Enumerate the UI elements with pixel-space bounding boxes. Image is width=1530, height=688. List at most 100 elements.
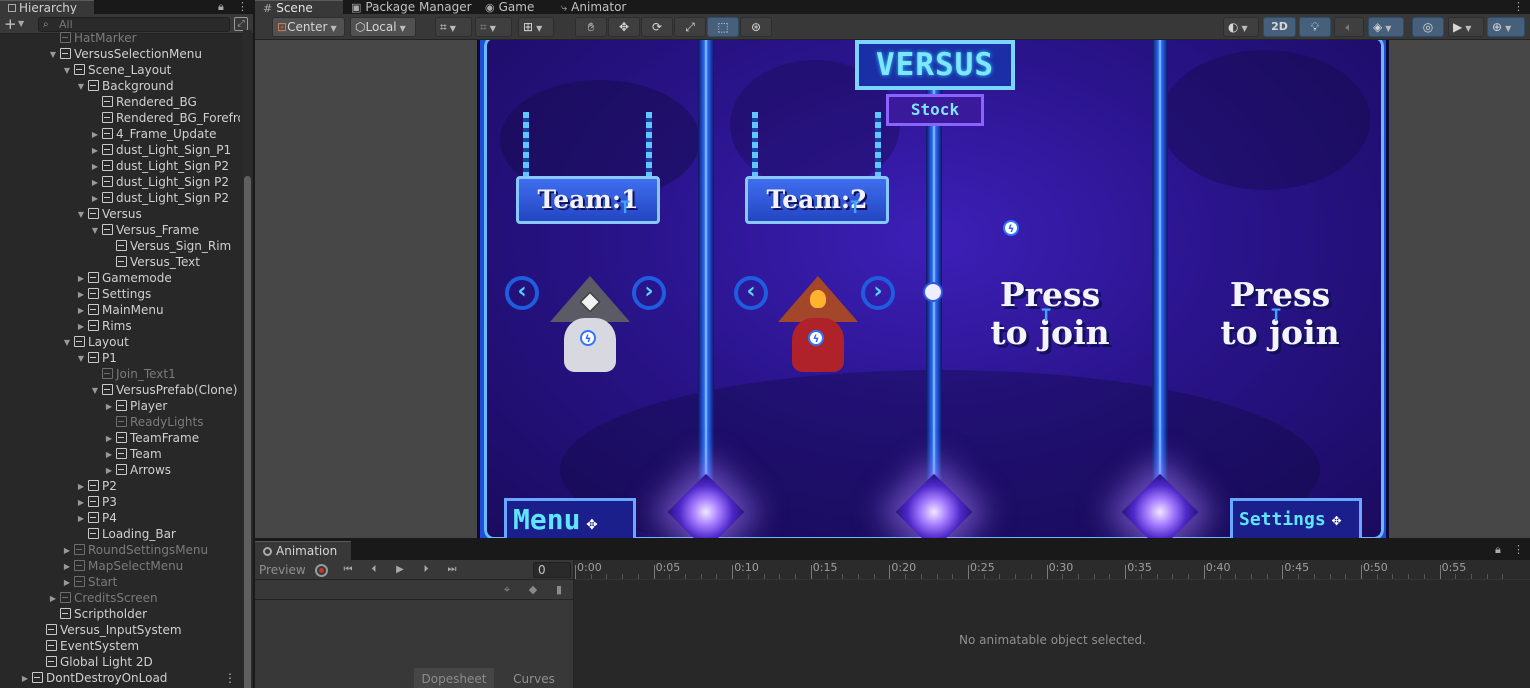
hierarchy-item[interactable]: ▼ Layout (0, 334, 240, 350)
filter-icon[interactable]: ⤢ (234, 17, 248, 31)
hierarchy-item[interactable]: ▶ 4_Frame_Update (0, 126, 240, 142)
first-key-icon[interactable]: ⏮ (337, 562, 359, 578)
add-keyframe-icon[interactable]: ◆ (523, 581, 543, 599)
hierarchy-scrollbar[interactable] (243, 30, 252, 688)
more-menu-icon[interactable]: ⋮ (237, 0, 248, 14)
last-key-icon[interactable]: ⏭ (441, 562, 463, 578)
hierarchy-item[interactable]: Loading_Bar (0, 526, 240, 542)
lock-icon[interactable]: 🔒︎ (218, 0, 224, 14)
draw-mode-dropdown[interactable]: ◐ ▼ (1223, 17, 1259, 37)
hierarchy-item[interactable]: ▼ Versus (0, 206, 240, 222)
hierarchy-item[interactable]: Join_Text1 (0, 366, 240, 382)
tab-game[interactable]: ◉ Game (477, 0, 549, 14)
hierarchy-item[interactable]: Versus_Text (0, 254, 240, 270)
tab-dopesheet[interactable]: Dopesheet (414, 668, 494, 688)
chevron-down-icon[interactable]: ▼ (60, 335, 74, 350)
chevron-right-icon[interactable]: ▶ (46, 591, 60, 606)
arrow-right-icon[interactable]: › (632, 276, 666, 310)
hierarchy-item[interactable]: ▼ Scene_Layout (0, 62, 240, 78)
tab-animation[interactable]: Animation (255, 541, 351, 560)
chevron-right-icon[interactable]: ▶ (74, 287, 88, 302)
increment-snap-button[interactable]: ⌗ ▼ (475, 17, 512, 37)
hierarchy-item[interactable]: Versus_Sign_Rim (0, 238, 240, 254)
hierarchy-item[interactable]: Global Light 2D (0, 654, 240, 670)
hierarchy-item[interactable]: ▼ VersusSelectionMenu (0, 46, 240, 62)
hierarchy-item[interactable]: Versus_InputSystem (0, 622, 240, 638)
hierarchy-item[interactable]: ▶ MapSelectMenu (0, 558, 240, 574)
arrow-right-icon[interactable]: › (861, 276, 895, 310)
hierarchy-item[interactable]: ▶ DontDestroyOnLoad ⋮ (0, 670, 240, 686)
hierarchy-item[interactable]: ▶ dust_Light_Sign P2 (0, 174, 240, 190)
hierarchy-scrollbar-thumb[interactable] (244, 176, 251, 688)
chevron-right-icon[interactable]: ▶ (88, 159, 102, 174)
chevron-right-icon[interactable]: ▶ (60, 543, 74, 558)
team-2-sign[interactable]: Team:2 (745, 176, 889, 224)
hierarchy-item[interactable]: ▼ Background (0, 78, 240, 94)
hierarchy-item[interactable]: ▶ RoundSettingsMenu (0, 542, 240, 558)
filter-by-selection-icon[interactable]: ⌖ (497, 581, 517, 599)
hierarchy-item[interactable]: ▶ dust_Light_Sign_P1 (0, 142, 240, 158)
chevron-right-icon[interactable]: ▶ (102, 463, 116, 478)
hierarchy-item[interactable]: ▶ dust_Light_Sign P2 (0, 190, 240, 206)
chevron-down-icon[interactable]: ▼ (46, 47, 60, 62)
chevron-right-icon[interactable]: ▶ (88, 175, 102, 190)
preview-button[interactable]: Preview (258, 560, 312, 580)
chevron-right-icon[interactable]: ▶ (74, 479, 88, 494)
hand-tool-button[interactable]: ✋︎ (575, 17, 607, 37)
hierarchy-item[interactable]: ReadyLights (0, 414, 240, 430)
hierarchy-item[interactable]: ▶ Player (0, 398, 240, 414)
hierarchy-item[interactable]: ▶ Rims (0, 318, 240, 334)
chevron-down-icon[interactable]: ▼ (60, 63, 74, 78)
tab-scene[interactable]: # Scene (255, 0, 343, 15)
chevron-right-icon[interactable]: ▶ (18, 671, 32, 686)
hierarchy-item[interactable]: ▶ Settings (0, 286, 240, 302)
prev-key-icon[interactable]: ⏴ (363, 562, 385, 578)
gizmos-dropdown[interactable]: ⊕ ▼ (1487, 17, 1525, 37)
hierarchy-item[interactable]: ▶ Team (0, 446, 240, 462)
add-event-icon[interactable]: ▮ (549, 581, 569, 599)
chevron-right-icon[interactable]: ▶ (60, 575, 74, 590)
chevron-right-icon[interactable]: ▶ (88, 191, 102, 206)
audio-toggle[interactable]: 🔈︎ (1334, 17, 1364, 37)
pivot-mode-dropdown[interactable]: ⊡Center ▼ (272, 17, 345, 37)
more-menu-icon[interactable]: ⋮ (224, 670, 236, 686)
hierarchy-item[interactable]: ▶ P4 (0, 510, 240, 526)
settings-button[interactable]: Settings ✥ (1230, 498, 1362, 538)
scene-visibility-toggle[interactable]: ◎ (1412, 17, 1444, 37)
hierarchy-item[interactable]: ▼ P1 (0, 350, 240, 366)
transform-tool-button[interactable]: ⊛ (740, 17, 772, 37)
light-gizmo-icon[interactable]: ϟ (1003, 220, 1019, 236)
gamepad-gizmo-icon[interactable] (923, 282, 943, 302)
lighting-toggle[interactable]: 💡︎ (1299, 17, 1331, 37)
lock-icon[interactable]: 🔒︎ (1495, 543, 1501, 557)
grid-visibility-button[interactable]: ⊞ ▼ (518, 17, 554, 37)
hierarchy-item[interactable]: ▶ Start (0, 574, 240, 590)
chevron-right-icon[interactable]: ▶ (74, 511, 88, 526)
next-key-icon[interactable]: ⏵ (415, 562, 437, 578)
tab-package-manager[interactable]: ▣ Package Manager (343, 0, 473, 14)
rect-tool-button[interactable]: ⬚ (707, 17, 739, 37)
hierarchy-item[interactable]: ▶ P2 (0, 478, 240, 494)
hierarchy-item[interactable]: ▶ P3 (0, 494, 240, 510)
tab-hierarchy[interactable]: Hierarchy (0, 0, 94, 15)
chevron-right-icon[interactable]: ▶ (88, 143, 102, 158)
camera-dropdown[interactable]: ▶ ▼ (1448, 17, 1484, 37)
move-tool-button[interactable]: ✥ (608, 17, 640, 37)
chevron-right-icon[interactable]: ▶ (102, 447, 116, 462)
stock-mode-sign[interactable]: Stock (886, 94, 984, 126)
hierarchy-item[interactable]: ▶ MainMenu (0, 302, 240, 318)
hierarchy-item[interactable]: HatMarker (0, 30, 240, 46)
chevron-down-icon[interactable]: ▼ (74, 207, 88, 222)
frame-input[interactable]: 0 (533, 562, 571, 578)
grid-snap-button[interactable]: ⌗ ▼ (435, 17, 472, 37)
chevron-down-icon[interactable]: ▼ (74, 351, 88, 366)
chevron-right-icon[interactable]: ▶ (102, 431, 116, 446)
more-menu-icon[interactable]: ⋮ (1513, 543, 1524, 556)
hierarchy-item[interactable]: EventSystem (0, 638, 240, 654)
chevron-right-icon[interactable]: ▶ (74, 271, 88, 286)
player-2-wizard[interactable]: ϟ (778, 276, 858, 376)
player-1-wizard[interactable]: ϟ (550, 276, 630, 376)
hierarchy-item[interactable]: ▶ Arrows (0, 462, 240, 478)
pivot-rotation-dropdown[interactable]: ⬡Local ▼ (350, 17, 416, 37)
hierarchy-item[interactable]: ▼ VersusPrefab(Clone) (0, 382, 240, 398)
